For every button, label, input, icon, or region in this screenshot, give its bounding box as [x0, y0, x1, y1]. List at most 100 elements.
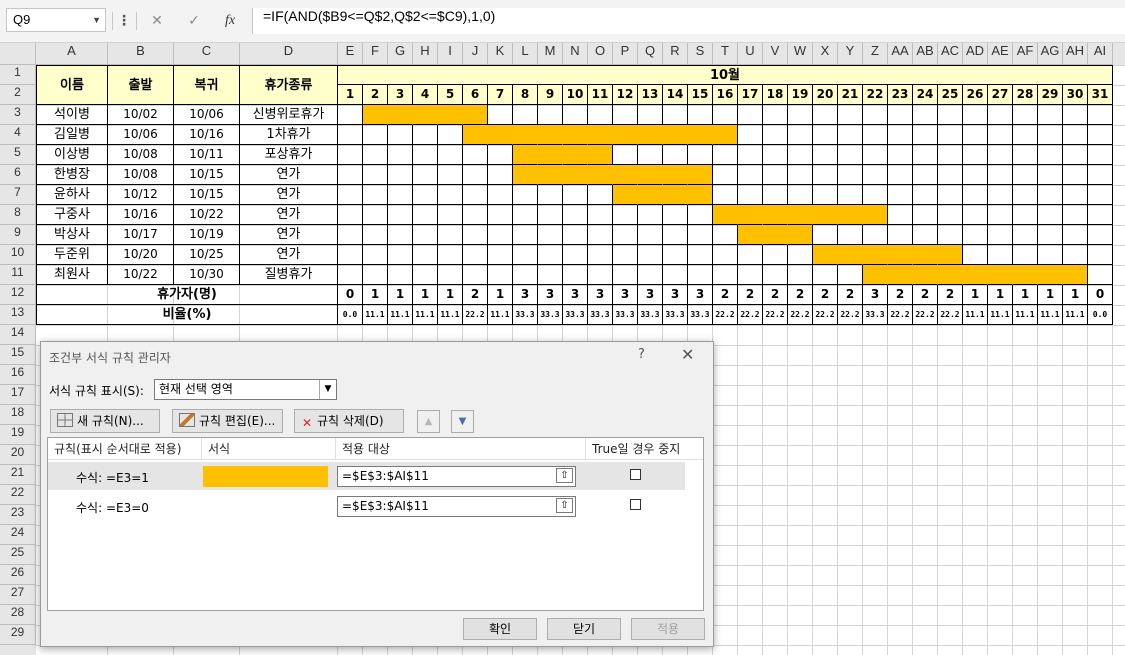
row-header[interactable]: 27 [0, 585, 36, 605]
ok-button[interactable]: 확인 [463, 618, 537, 640]
stop-if-true-checkbox[interactable] [630, 469, 641, 480]
column-header[interactable]: AB [913, 43, 938, 65]
rule-row[interactable]: 수식: =E3=0 =$E$3:$AI$11 ⇧ [48, 492, 685, 520]
show-rules-select[interactable]: 현재 선택 영역 ▼ [154, 379, 337, 400]
column-header[interactable]: AI [1088, 43, 1113, 65]
row-header[interactable]: 6 [0, 165, 36, 185]
column-header[interactable]: S [688, 43, 713, 65]
stop-if-true-checkbox[interactable] [630, 499, 641, 510]
day-cell [488, 225, 513, 245]
column-header[interactable]: AC [938, 43, 963, 65]
column-header[interactable]: AF [1013, 43, 1038, 65]
row-header[interactable]: 18 [0, 405, 36, 425]
row-header[interactable]: 21 [0, 465, 36, 485]
column-header[interactable]: L [513, 43, 538, 65]
row-header[interactable]: 26 [0, 565, 36, 585]
column-header[interactable]: O [588, 43, 613, 65]
delete-rule-button[interactable]: ✕ 규칙 삭제(D) [294, 409, 404, 433]
row-header[interactable]: 9 [0, 225, 36, 245]
move-down-icon[interactable]: ▼ [451, 410, 474, 433]
row-header[interactable]: 11 [0, 265, 36, 285]
new-rule-button[interactable]: 새 규칙(N)... [50, 409, 160, 433]
close-button[interactable]: 닫기 [547, 618, 621, 640]
collapse-dialog-icon[interactable]: ⇧ [556, 498, 573, 513]
header-day: 9 [538, 85, 563, 105]
column-header[interactable]: X [813, 43, 838, 65]
column-header[interactable]: AA [888, 43, 913, 65]
row-header[interactable]: 20 [0, 445, 36, 465]
formula-input[interactable]: =IF(AND($B9<=Q$2,Q$2<=$C9),1,0) [252, 8, 1125, 34]
collapse-dialog-icon[interactable]: ⇧ [556, 468, 573, 483]
column-header[interactable]: C [174, 43, 240, 65]
row-header[interactable]: 22 [0, 485, 36, 505]
column-header[interactable]: D [240, 43, 338, 65]
column-header[interactable]: AH [1063, 43, 1088, 65]
column-header[interactable]: W [788, 43, 813, 65]
column-header[interactable]: E [338, 43, 363, 65]
chevron-down-icon[interactable]: ▼ [92, 9, 101, 31]
row-header[interactable]: 25 [0, 545, 36, 565]
column-header[interactable]: U [738, 43, 763, 65]
row-header[interactable]: 5 [0, 145, 36, 165]
row-header[interactable]: 28 [0, 605, 36, 625]
column-header[interactable]: N [563, 43, 588, 65]
column-header[interactable]: J [463, 43, 488, 65]
row-header[interactable]: 17 [0, 385, 36, 405]
row-header[interactable]: 16 [0, 365, 36, 385]
edit-rule-button[interactable]: 규칙 편집(E)... [172, 409, 283, 433]
column-header[interactable]: K [488, 43, 513, 65]
row-header[interactable]: 23 [0, 505, 36, 525]
select-all-corner[interactable] [0, 43, 36, 65]
row-header[interactable]: 12 [0, 285, 36, 305]
row-header[interactable]: 15 [0, 345, 36, 365]
insert-function-icon[interactable]: fx [219, 10, 241, 32]
help-icon[interactable]: ? [638, 347, 645, 362]
day-cell [738, 225, 763, 245]
column-header[interactable]: A [36, 43, 108, 65]
column-header[interactable]: G [388, 43, 413, 65]
column-header[interactable]: H [413, 43, 438, 65]
row-header[interactable]: 2 [0, 85, 36, 105]
column-header[interactable]: AG [1038, 43, 1063, 65]
column-header[interactable]: V [763, 43, 788, 65]
apply-button[interactable]: 적용 [631, 618, 705, 640]
more-options-icon[interactable]: ⋮ [113, 10, 135, 32]
day-cell [913, 105, 938, 125]
row-header[interactable]: 3 [0, 105, 36, 125]
row-header[interactable]: 19 [0, 425, 36, 445]
confirm-icon[interactable]: ✓ [183, 10, 205, 32]
row-header[interactable]: 13 [0, 305, 36, 325]
column-header[interactable]: Q [638, 43, 663, 65]
column-header[interactable]: T [713, 43, 738, 65]
chevron-down-icon[interactable]: ▼ [319, 380, 336, 399]
column-header[interactable]: AD [963, 43, 988, 65]
column-header[interactable]: R [663, 43, 688, 65]
close-icon[interactable]: ✕ [681, 345, 694, 364]
column-header[interactable]: AE [988, 43, 1013, 65]
column-header[interactable]: B [108, 43, 174, 65]
row-header[interactable]: 29 [0, 625, 36, 645]
name-box[interactable]: Q9 ▼ [6, 8, 106, 32]
day-cell [338, 265, 363, 285]
ratio-cell: 22.2 [913, 305, 938, 325]
column-header[interactable]: I [438, 43, 463, 65]
column-header[interactable]: F [363, 43, 388, 65]
row-header[interactable]: 7 [0, 185, 36, 205]
cancel-icon[interactable]: ✕ [146, 10, 168, 32]
column-header[interactable]: Y [838, 43, 863, 65]
day-cell [988, 245, 1013, 265]
record-name: 두준위 [36, 245, 108, 265]
move-up-icon[interactable]: ▲ [417, 410, 440, 433]
rule-row[interactable]: 수식: =E3=1 =$E$3:$AI$11 ⇧ [48, 462, 685, 490]
row-header[interactable]: 8 [0, 205, 36, 225]
row-header[interactable]: 10 [0, 245, 36, 265]
applies-to-input[interactable]: =$E$3:$AI$11 ⇧ [337, 496, 576, 517]
row-header[interactable]: 1 [0, 65, 36, 85]
row-header[interactable]: 4 [0, 125, 36, 145]
row-header[interactable]: 24 [0, 525, 36, 545]
column-header[interactable]: M [538, 43, 563, 65]
applies-to-input[interactable]: =$E$3:$AI$11 ⇧ [337, 466, 576, 487]
row-header[interactable]: 14 [0, 325, 36, 345]
column-header[interactable]: Z [863, 43, 888, 65]
column-header[interactable]: P [613, 43, 638, 65]
